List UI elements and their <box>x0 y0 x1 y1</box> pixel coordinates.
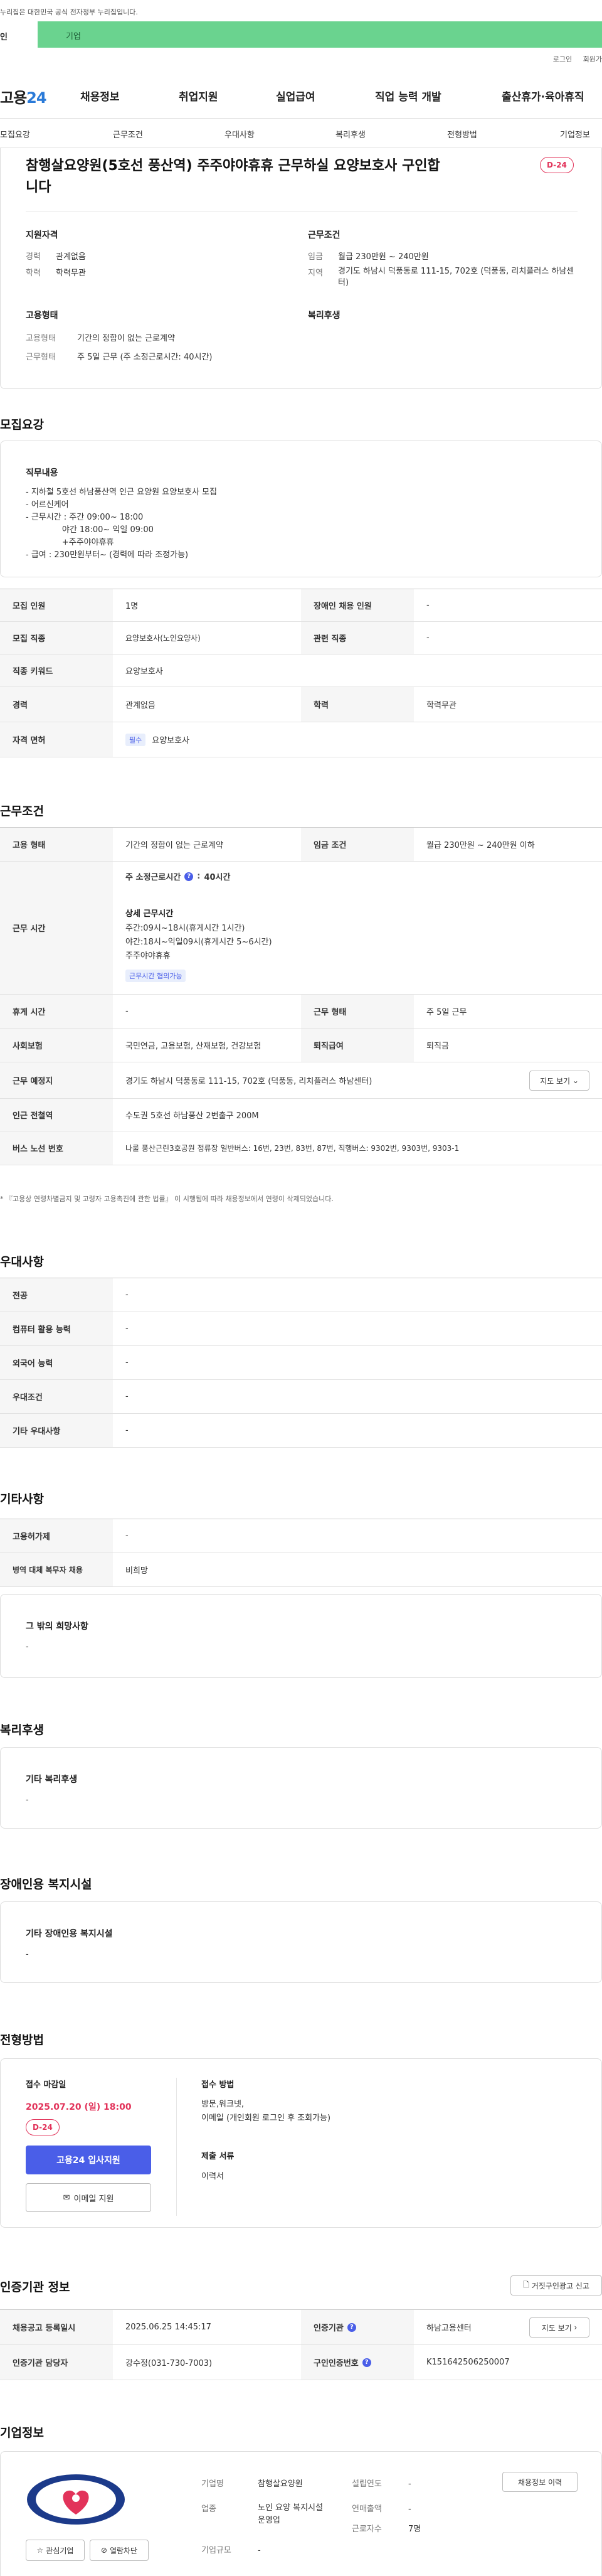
info-icon[interactable]: ? <box>347 2322 356 2332</box>
section-title-company: 기업정보 <box>0 2426 44 2440</box>
section-title-agency: 인증기관 정보 <box>0 2280 70 2294</box>
section-title-conditions: 근무조건 <box>0 804 44 818</box>
job-history-button[interactable]: 채용정보 이력 <box>502 2472 578 2492</box>
nav-skills[interactable]: 직업 능력 개발 <box>375 88 441 104</box>
table-row: 고용 형태 기간의 정함이 없는 근로계약 임금 조건 월급 230만원 ~ 2… <box>0 828 602 862</box>
apply-button[interactable]: 고용24 입사지원 <box>26 2146 151 2174</box>
nav-employment-support[interactable]: 취업지원 <box>179 88 218 104</box>
logo[interactable]: 고용24 <box>0 85 47 107</box>
emp-heading: 고용형태 <box>26 311 58 321</box>
section-title-process: 전형방법 <box>0 2033 44 2047</box>
preference-table: 전공 - 컴퓨터 활용 능력 - 외국어 능력 - 우대조건 - 기타 우대사항 - <box>0 1278 602 1448</box>
duty-heading: 직무내용 <box>26 468 58 478</box>
etc-table: 고용허가제 - 병역 대체 복무자 채용 비희망 <box>0 1519 602 1587</box>
divider <box>0 118 602 119</box>
recruit-table: 모집 인원 1명 장애인 채용 인원 - 모집 직종 요양보호사(노인요양사) … <box>0 589 602 757</box>
age-note: * 『고용상 연령차별금지 및 고령자 고용촉진에 관한 법률』 이 시행됨에 … <box>0 1195 334 1203</box>
dday-badge: D-24 <box>26 2119 60 2135</box>
deadline: 2025.07.20 (일) 18:00 <box>26 2102 132 2112</box>
table-row: 모집 직종 요양보호사(노인요양사) 관련 직종 - <box>0 622 602 655</box>
welfare-heading: 복리후생 <box>308 311 341 321</box>
table-row: 근무 시간 주 소정근로시간 ? :40시간 상세 근무시간 주간:09시~18… <box>0 862 602 995</box>
login-link[interactable]: 로그인 <box>553 55 572 63</box>
section-title-disabled: 장애인용 복지시설 <box>0 1878 92 1891</box>
qual-heading: 지원자격 <box>26 230 58 240</box>
section-title-preference: 우대사항 <box>0 1255 44 1269</box>
tab-conditions[interactable]: 근무조건 <box>113 128 143 140</box>
info-icon[interactable]: ? <box>184 872 194 881</box>
agency-table: 채용공고 등록일시 2025.06.25 14:45:17 인증기관? 하남고용… <box>0 2309 602 2380</box>
gov-notice: 누리집은 대한민국 공식 전자정부 누리집입니다. <box>0 8 138 16</box>
flex-badge: 근무시간 협의가능 <box>125 970 186 982</box>
table-row: 사회보험 국민연금, 고용보험, 산재보험, 건강보험 퇴직급여 퇴직금 <box>0 1029 602 1062</box>
process-card: 접수 마감일 2025.07.20 (일) 18:00 D-24 고용24 입사… <box>0 2058 602 2228</box>
nav-unemployment[interactable]: 실업급여 <box>276 88 315 104</box>
email-apply-button[interactable]: ✉ 이메일 지원 <box>26 2183 151 2212</box>
table-row: 경력 관계없음 학력 학력무관 <box>0 687 602 722</box>
disabled-card: 기타 장애인용 복지시설 - <box>0 1901 602 1983</box>
tab-process[interactable]: 전형방법 <box>447 128 477 140</box>
cond-heading: 근무조건 <box>308 230 341 240</box>
chevron-right-icon: › <box>574 2323 578 2332</box>
table-row: 인근 전철역 수도권 5호선 하남풍산 2번출구 200M <box>0 1099 602 1131</box>
duty-text: - 지하철 5호선 하남풍산역 인근 요양원 요양보호사 모집 - 어르신케어 … <box>26 488 218 560</box>
required-badge: 필수 <box>125 733 146 746</box>
conditions-table: 고용 형태 기간의 정함이 없는 근로계약 임금 조건 월급 230만원 ~ 2… <box>0 827 602 1191</box>
agency-map-button[interactable]: 지도 보기 › <box>529 2317 589 2338</box>
section-title-etc: 기타사항 <box>0 1492 44 1506</box>
work-form-item: 근무형태 주 5일 근무 (주 소정근로시간: 40시간) <box>26 353 213 362</box>
job-title: 참행살요양원(5호선 풍산역) 주주야야휴휴 근무하실 요양보호사 구인합니다 <box>26 158 440 195</box>
section-title-welfare: 복리후생 <box>0 1723 44 1737</box>
other-wish-card: 그 밖의 희망사항 - <box>0 1594 602 1678</box>
table-row: 휴게 시간 - 근무 형태 주 5일 근무 <box>0 995 602 1029</box>
mail-icon: ✉ <box>63 2193 70 2203</box>
report-ad-button[interactable]: 🗋 거짓구인광고 신고 <box>510 2275 602 2295</box>
nav-parental-leave[interactable]: 출산휴가·육아휴직 <box>502 88 584 104</box>
job-summary-card: 참행살요양원(5호선 풍산역) 주주야야휴휴 근무하실 요양보호사 구인합니다 … <box>0 148 602 389</box>
tab-welfare[interactable]: 복리후생 <box>335 128 366 140</box>
block-view-button[interactable]: ⊘ 열람차단 <box>90 2540 149 2561</box>
dday-badge: D-24 <box>540 157 574 173</box>
table-row: 버스 노선 번호 나룰 풍산근린3호공원 정류장 일반버스: 16번, 23번,… <box>0 1131 602 1165</box>
edu-item: 학력 학력무관 <box>26 269 86 278</box>
region-item: 지역 경기도 하남시 덕풍동로 111-15, 702호 (덕풍동, 리치플러스 … <box>308 267 574 287</box>
table-row: 직종 키워드 요양보호사 <box>0 655 602 687</box>
star-icon: ☆ <box>36 2546 44 2555</box>
tab-company[interactable]: 기업정보 <box>560 128 590 140</box>
table-row: 자격 면허 필수 요양보호사 <box>0 722 602 757</box>
chevron-down-icon: ⌄ <box>572 1076 579 1085</box>
welfare-card: 기타 복리후생 - <box>0 1747 602 1829</box>
main-nav: 고용24 채용정보 취업지원 실업급여 직업 능력 개발 출산휴가·육아휴직 <box>0 82 602 112</box>
map-view-button[interactable]: 지도 보기 ⌄ <box>529 1071 589 1091</box>
document-icon: 🗋 <box>523 2280 529 2289</box>
favorite-company-button[interactable]: ☆ 관심기업 <box>26 2540 85 2561</box>
tab-individual[interactable]: 인 <box>0 21 38 48</box>
company-card: ☆ 관심기업 ⊘ 열람차단 기업명 참행살요양원 업종 노인 요양 복지시설 운영업 기… <box>0 2451 602 2576</box>
utility-links: 로그인 회원가 <box>544 54 602 64</box>
signup-link[interactable]: 회원가 <box>583 55 602 63</box>
table-row: 모집 인원 1명 장애인 채용 인원 - <box>0 589 602 622</box>
duty-card: 직무내용 - 지하철 5호선 하남풍산역 인근 요양원 요양보호사 모집 - 어… <box>0 441 602 577</box>
emp-type-item: 고용형태 기간의 정함이 없는 근로계약 <box>26 334 175 343</box>
info-icon[interactable]: ? <box>362 2358 371 2367</box>
tab-recruit[interactable]: 모집요강 <box>0 128 30 140</box>
wage-item: 임금 월급 230만원 ~ 240만원 <box>308 252 429 262</box>
nav-jobs[interactable]: 채용정보 <box>80 88 120 104</box>
section-tabs: 모집요강 근무조건 우대사항 복리후생 전형방법 기업정보 <box>0 124 602 147</box>
tab-preference[interactable]: 우대사항 <box>224 128 255 140</box>
career-item: 경력 관계없음 <box>26 252 86 262</box>
block-icon: ⊘ <box>100 2546 107 2555</box>
table-row: 근무 예정지 경기도 하남시 덕풍동로 111-15, 702호 (덕풍동, 리… <box>0 1062 602 1099</box>
tab-company[interactable]: 기업 <box>66 29 81 41</box>
divider <box>176 2078 177 2216</box>
top-tabs: 인 기업 <box>0 21 602 48</box>
weekly-hours: 주 소정근로시간 ? :40시간 <box>125 872 231 882</box>
section-title-recruit: 모집요강 <box>0 418 44 432</box>
company-logo <box>26 2473 126 2526</box>
